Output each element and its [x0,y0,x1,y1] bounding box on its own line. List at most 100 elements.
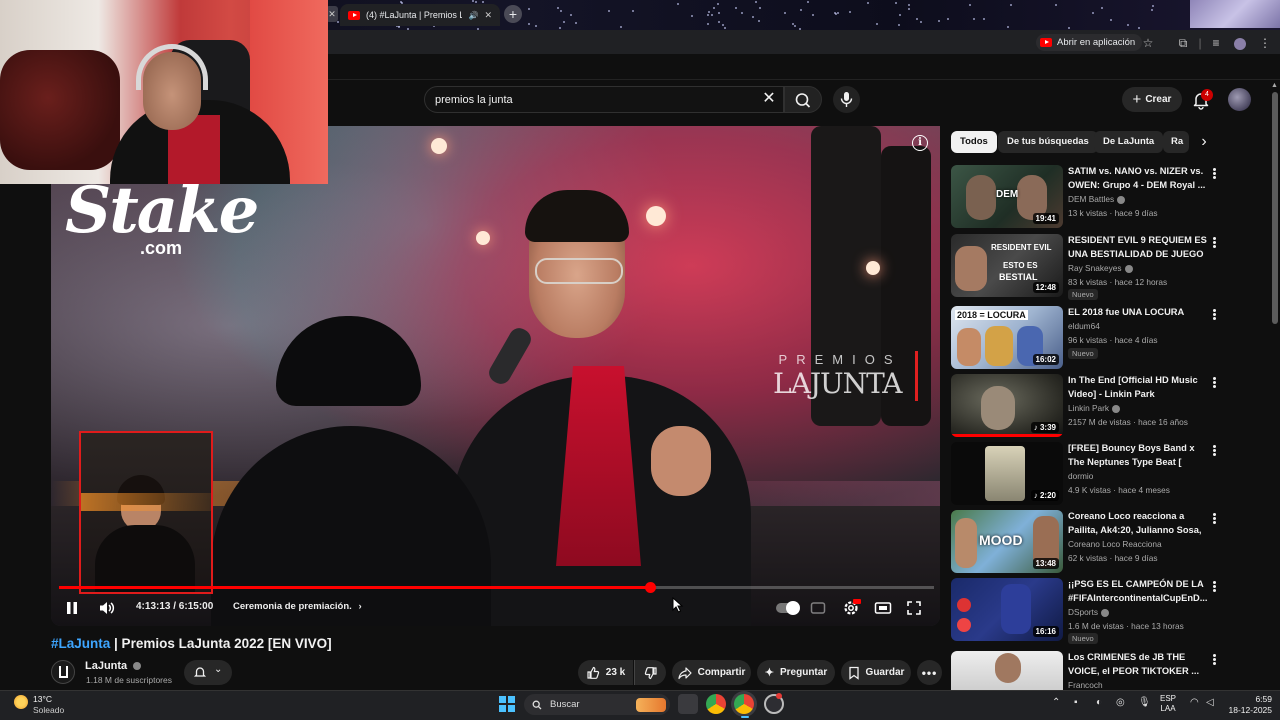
volume-icon [100,602,115,614]
language-indicator[interactable]: ESP LAA [1160,694,1176,714]
clock-date: 18-12-2025 [1228,705,1272,715]
video-hashtag-link[interactable]: #LaJunta [51,636,110,651]
tab-close-icon[interactable]: ✕ [484,10,492,21]
more-options-icon[interactable] [1209,580,1219,594]
more-options-icon[interactable] [1209,236,1219,250]
scrollbar-thumb[interactable] [1272,92,1278,324]
share-button[interactable]: Compartir [672,660,751,685]
mouse-cursor [672,596,684,618]
tray-app-icon[interactable]: ▪ [1074,697,1078,708]
browser-tab-active[interactable]: (4) #LaJunta | Premios LaJ... 🔊 ✕ [340,4,500,26]
more-options-icon[interactable] [1209,512,1219,526]
profile-avatar-icon[interactable] [1232,35,1248,51]
new-badge: Nuevo [1068,289,1098,300]
more-options-icon[interactable] [1209,376,1219,390]
toolbar-divider: | [1198,36,1202,50]
recommendation-item[interactable]: ♪ 3:39 In The End [Official HD Music Vid… [951,374,1221,438]
recommendation-item[interactable]: Los CRIMENES de JB THE VOICE, el PEOR TI… [951,651,1221,690]
tray-network-icon[interactable]: ◎ [1116,697,1125,708]
clear-search-icon[interactable]: ✕ [760,90,778,108]
star-dot [707,23,710,26]
pause-button[interactable] [64,600,80,621]
info-icon[interactable]: i [912,135,928,151]
star-dot [848,11,851,14]
save-button[interactable]: Guardar [841,660,911,685]
channel-avatar[interactable] [51,660,75,684]
system-clock[interactable]: 6:59 18-12-2025 [1222,694,1272,716]
recommendation-item[interactable]: 2018 = LOCURA 16:02 EL 2018 fue UNA LOCU… [951,306,1221,370]
star-dot [897,24,900,27]
chrome-icon[interactable] [706,694,726,714]
tray-microphone-icon[interactable]: 🎙 [1138,697,1151,708]
search-icon [532,700,542,709]
settings-button[interactable] [842,599,861,622]
more-actions-button[interactable]: ••• [917,660,942,685]
volume-button[interactable] [98,600,116,621]
recommendation-item[interactable]: DEM 19:41 SATIM vs. NANO vs. NIZER vs. O… [951,165,1221,229]
speaker-icon[interactable]: ◁ [1206,697,1214,708]
wifi-icon[interactable]: ◠ [1190,697,1199,708]
new-tab-button[interactable]: + [504,5,522,23]
star-dot [718,20,721,23]
recommendation-item[interactable]: RESIDENT EVIL ESTO ES BESTIAL 12:48 RESI… [951,234,1221,300]
subscription-notifications-button[interactable]: ⌄ [184,660,232,685]
task-view-icon[interactable] [678,694,698,714]
verified-icon [1124,264,1133,273]
chapter-button[interactable]: Ceremonia de premiación. › [233,601,362,612]
star-dot [708,10,710,13]
taskbar-search[interactable]: Buscar [524,694,670,715]
media-control-icon[interactable]: ≡ [1208,35,1224,51]
recommendation-item[interactable]: 16:16 ¡¡PSG ES EL CAMPEÓN DE LA #FIFAInt… [951,578,1221,644]
voice-search-button[interactable] [833,86,860,113]
fullscreen-button[interactable] [906,600,922,621]
more-options-icon[interactable] [1209,167,1219,181]
chip-from-searches[interactable]: De tus búsquedas [998,131,1098,153]
extensions-icon[interactable]: ⧉ [1175,35,1191,51]
save-label: Guardar [865,667,905,678]
autoplay-toggle[interactable] [776,601,800,615]
tray-expand-icon[interactable]: ⌃ [1052,697,1060,708]
chips-scroll-right-icon[interactable]: › [1196,134,1212,150]
dislike-button[interactable] [634,660,666,685]
search-input[interactable]: premios la junta [424,86,784,113]
star-dot [915,18,918,21]
more-options-icon[interactable] [1209,653,1219,667]
progress-played [59,586,651,589]
chip-from-lajunta[interactable]: De LaJunta [1094,131,1164,153]
star-dot [1151,5,1154,8]
keyboard-layout: LAA [1160,704,1176,713]
account-avatar[interactable] [1228,88,1251,111]
search-button[interactable] [784,86,822,113]
tray-app-icon[interactable]: ◐ [1096,697,1102,708]
star-dot [1109,18,1112,21]
ask-button[interactable]: ✦ Preguntar [757,660,835,685]
video-thumbnail: RESIDENT EVIL ESTO ES BESTIAL 12:48 [951,234,1063,297]
theater-mode-button[interactable] [874,600,892,621]
chip-all[interactable]: Todos [951,131,997,153]
microphone-icon [840,92,853,107]
chrome-active-icon[interactable] [734,694,754,714]
scroll-up-icon[interactable]: ▲ [1271,82,1278,89]
video-meta: 13 k vistas · hace 9 días [1068,208,1158,218]
recommendation-item[interactable]: MOOD 13:48 Coreano Loco reacciona a Pail… [951,510,1221,574]
chip-partial[interactable]: Ra [1163,131,1189,153]
browser-menu-icon[interactable]: ⋮ [1257,35,1273,51]
like-button[interactable]: 23 k [578,660,633,685]
weather-description[interactable]: Soleado [33,705,64,715]
create-button[interactable]: + Crear [1122,87,1182,112]
open-in-app-button[interactable]: Abrir en aplicación [1036,34,1143,51]
tab-audio-icon[interactable]: 🔊 [468,11,478,20]
star-dot [717,2,720,5]
progress-scrubber-handle[interactable] [645,582,656,593]
weather-sun-icon[interactable] [14,695,28,709]
channel-name-link[interactable]: LaJunta [85,660,142,672]
subtitles-button[interactable] [810,600,826,621]
windows-start-icon[interactable] [499,696,515,712]
weather-temperature[interactable]: 13°C [33,694,52,704]
bookmark-star-icon[interactable]: ☆ [1140,35,1156,51]
recommendation-item[interactable]: ♪ 2:20 [FREE] Bouncy Boys Band x The Nep… [951,442,1221,506]
more-options-icon[interactable] [1209,308,1219,322]
more-options-icon[interactable] [1209,444,1219,458]
video-player[interactable]: Stake .com PREMIOS LAJUNTA i [51,126,940,626]
like-count: 23 k [605,667,626,678]
